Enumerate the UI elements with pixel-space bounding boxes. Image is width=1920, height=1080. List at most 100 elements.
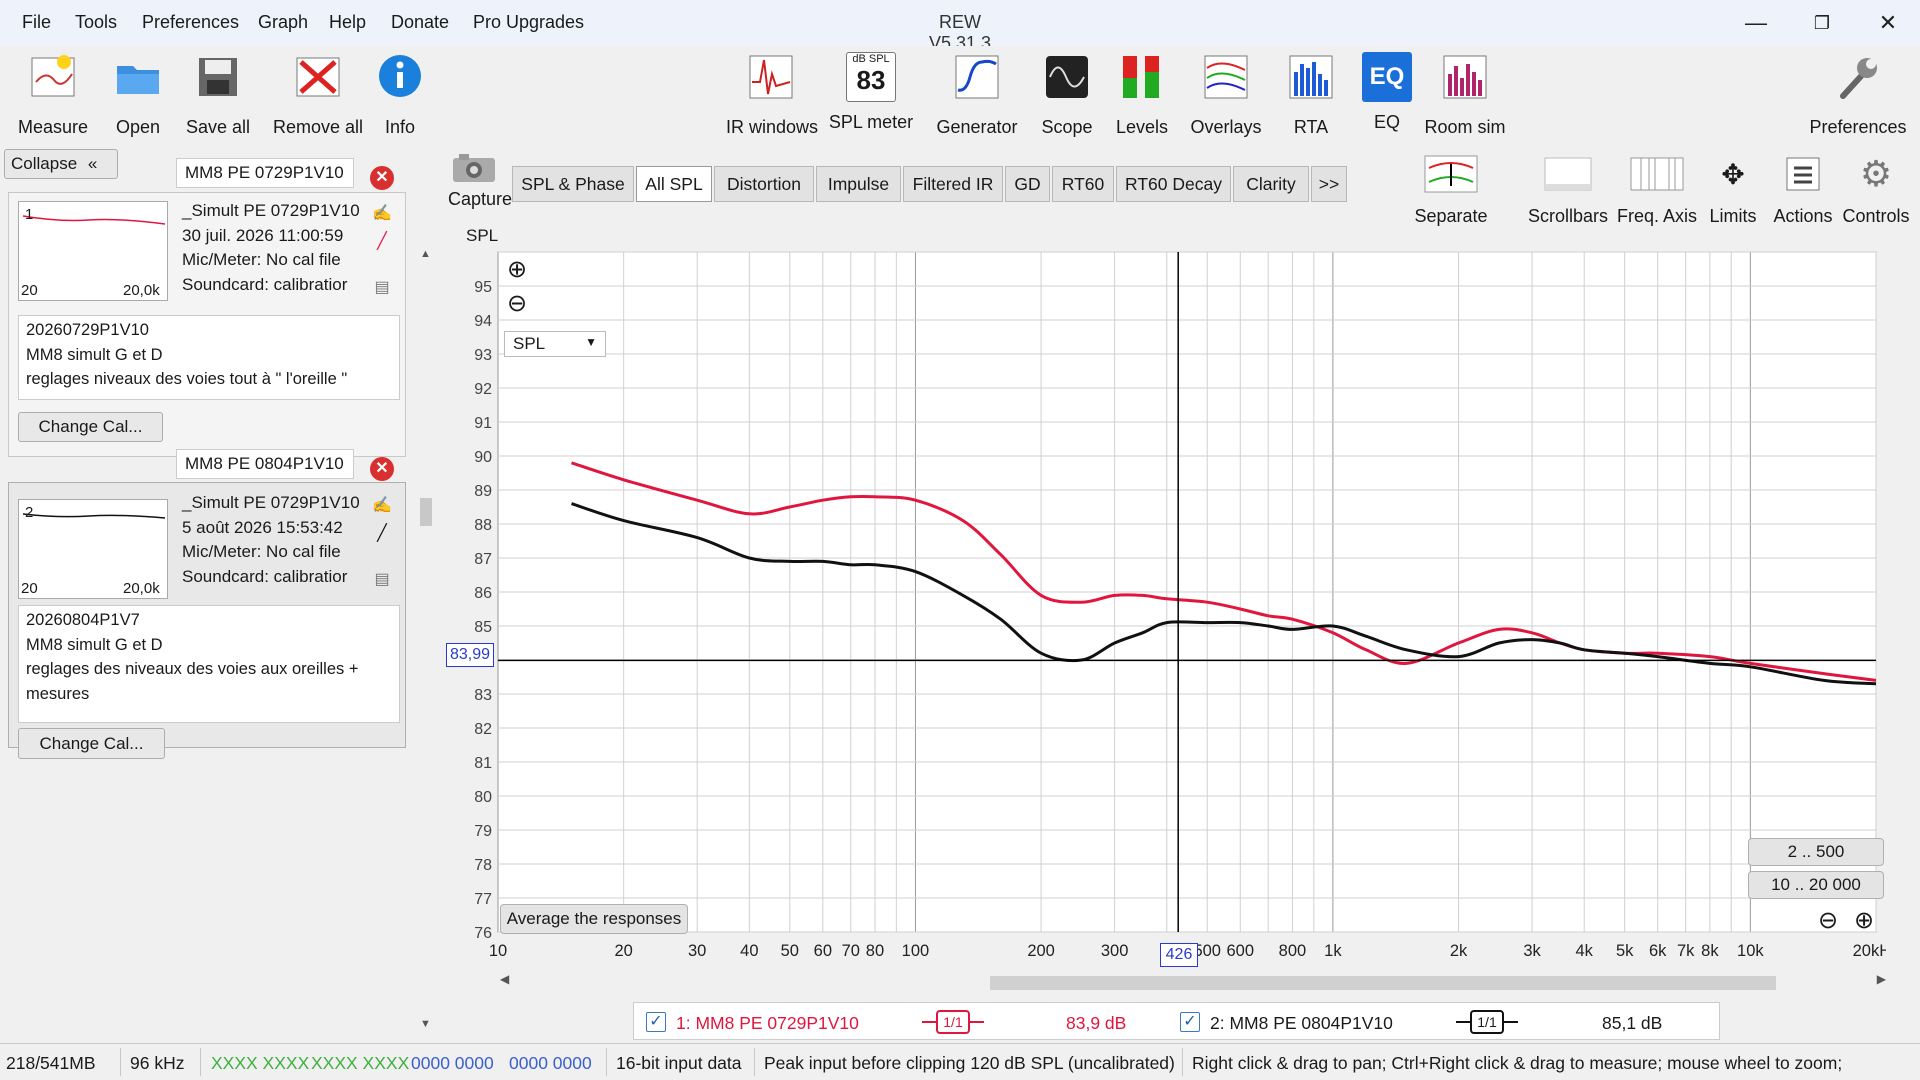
menu-donate[interactable]: Donate [391, 12, 449, 33]
measurement-1-thumbnail[interactable]: 1 20 20,0k [18, 201, 168, 301]
spl-meter-button[interactable]: dB SPL 83 SPL meter [826, 52, 916, 133]
restore-button[interactable]: ❐ [1802, 8, 1842, 38]
x-tick-label: 40 [740, 942, 758, 960]
main-toolbar: Measure Open Save all Remove all Info IR… [0, 46, 1920, 142]
memory-usage[interactable]: 218/541MB [6, 1053, 96, 1074]
separate-button[interactable]: Separate [1411, 152, 1491, 227]
trace-2-checkbox[interactable]: ✓ [1180, 1012, 1200, 1032]
tab-rt60[interactable]: RT60 [1052, 166, 1114, 202]
y-tick-label: 81 [474, 755, 492, 772]
notes-icon[interactable]: ▤ [371, 277, 393, 299]
measure-button[interactable]: Measure [8, 52, 98, 138]
scroll-left-icon[interactable]: ◀ [500, 972, 509, 986]
menu-tools[interactable]: Tools [75, 12, 117, 33]
trace-1-checkbox[interactable]: ✓ [646, 1012, 666, 1032]
measurement-2-thumbnail[interactable]: 2 20 20,0k [18, 499, 168, 599]
average-responses-button[interactable]: Average the responses [500, 904, 688, 934]
notes-icon[interactable]: ▤ [371, 569, 393, 591]
trace-color-icon[interactable]: ╱ [371, 231, 393, 253]
h-scroll-thumb[interactable] [990, 976, 1776, 990]
measurement-2-remove-icon[interactable]: ✕ [370, 457, 394, 481]
tab-filtered-ir[interactable]: Filtered IR [903, 166, 1003, 202]
capture-button[interactable]: Capture [448, 152, 512, 210]
trace-1-smoothing[interactable]: 1/1 [922, 1010, 984, 1034]
zoom-in-y-icon[interactable]: ⊕ [504, 258, 530, 284]
x-tick-label: 200 [1027, 942, 1055, 960]
measurement-2-notes[interactable]: 20260804P1V7 MM8 simult G et D reglages … [18, 605, 400, 723]
trace-2-smoothing[interactable]: 1/1 [1456, 1010, 1518, 1034]
levels-button[interactable]: Levels [1097, 52, 1187, 138]
measurement-1-change-cal-button[interactable]: Change Cal... [18, 412, 163, 442]
measurement-2-name[interactable]: MM8 PE 0804P1V10 [176, 449, 354, 479]
scrollbars-label: Scrollbars [1528, 206, 1609, 226]
tab-impulse[interactable]: Impulse [816, 166, 901, 202]
ir-windows-button[interactable]: IR windows [726, 52, 818, 138]
measurement-2-card[interactable]: 2 20 20,0k _Simult PE 0729P1V10 5 août 2… [8, 482, 406, 748]
measurement-1-name[interactable]: MM8 PE 0729P1V10 [176, 158, 354, 188]
edit-info-icon[interactable]: ✍ [371, 203, 393, 225]
measurement-1-remove-icon[interactable]: ✕ [370, 166, 394, 190]
menu-preferences[interactable]: Preferences [142, 12, 239, 33]
spl-chart[interactable]: 76 77 78 79 80 81 82 83 85 86 87 88 89 90 91 92 93 94 95 10… [436, 244, 1886, 989]
tab-all-spl[interactable]: All SPL [636, 166, 712, 202]
spl-meter-unit: dB SPL [852, 53, 890, 65]
edit-info-icon[interactable]: ✍ [371, 495, 393, 517]
minimize-button[interactable]: — [1736, 8, 1776, 38]
room-sim-button[interactable]: Room sim [1420, 52, 1510, 138]
measurement-1-card[interactable]: 1 20 20,0k _Simult PE 0729P1V10 30 juil.… [8, 192, 406, 457]
tab-spl-phase[interactable]: SPL & Phase [512, 166, 634, 202]
mouse-hint: Right click & drag to pan; Ctrl+Right cl… [1192, 1053, 1843, 1073]
close-window-button[interactable]: ✕ [1868, 8, 1908, 38]
limits-button[interactable]: ✥ Limits [1700, 152, 1766, 227]
scroll-right-icon[interactable]: ▶ [1877, 972, 1886, 986]
measurement-2-change-cal-button[interactable]: Change Cal... [18, 728, 165, 759]
zoom-out-x-icon[interactable]: ⊖ [1818, 906, 1838, 935]
remove-all-label: Remove all [273, 117, 364, 137]
scroll-down-icon[interactable]: ▼ [420, 1018, 431, 1030]
zoom-in-x-icon[interactable]: ⊕ [1854, 906, 1874, 935]
trace-color-icon[interactable]: ╱ [371, 523, 393, 545]
x-tick-label: 800 [1279, 942, 1307, 960]
scrollbars-button[interactable]: Scrollbars [1528, 152, 1608, 227]
y-tick-label: 77 [474, 891, 492, 908]
scroll-up-icon[interactable]: ▲ [420, 248, 431, 260]
zoom-out-y-icon[interactable]: ⊖ [504, 292, 530, 318]
freq-axis-button[interactable]: Freq. Axis [1617, 152, 1697, 227]
scroll-thumb[interactable] [420, 498, 432, 526]
x-tick-label: 100 [902, 942, 930, 960]
tab-clarity[interactable]: Clarity [1233, 166, 1309, 202]
tab-more[interactable]: >> [1311, 166, 1347, 202]
range-10-20000-button[interactable]: 10 .. 20 000 [1748, 871, 1884, 899]
controls-button[interactable]: ⚙ Controls [1840, 152, 1912, 227]
cursor-x-readout: 426 [1160, 943, 1198, 967]
collapse-button[interactable]: Collapse « [4, 149, 118, 179]
open-button[interactable]: Open [93, 52, 183, 138]
graph-horizontal-scrollbar[interactable]: ◀ ▶ [500, 972, 1886, 990]
save-all-button[interactable]: Save all [173, 52, 263, 138]
tab-rt60-decay[interactable]: RT60 Decay [1116, 166, 1231, 202]
x-tick-label: 60 [814, 942, 832, 960]
y-tick-label: 79 [474, 823, 492, 840]
menu-graph[interactable]: Graph [258, 12, 308, 33]
generator-button[interactable]: Generator [932, 52, 1022, 138]
collapse-label: Collapse [11, 154, 78, 173]
remove-all-button[interactable]: Remove all [273, 52, 363, 138]
measurement-1-date: 30 juil. 2026 11:00:59 [182, 225, 344, 245]
overlays-button[interactable]: Overlays [1181, 52, 1271, 138]
range-2-500-button[interactable]: 2 .. 500 [1748, 838, 1884, 866]
tab-gd[interactable]: GD [1005, 166, 1050, 202]
folder-icon [117, 66, 159, 94]
menu-help[interactable]: Help [329, 12, 366, 33]
tab-distortion[interactable]: Distortion [714, 166, 814, 202]
sample-rate: 96 kHz [130, 1053, 185, 1073]
y-tick-label: 85 [474, 619, 492, 636]
menu-pro-upgrades[interactable]: Pro Upgrades [473, 12, 584, 33]
measurement-1-notes[interactable]: 20260729P1V10 MM8 simult G et D reglages… [18, 315, 400, 400]
info-button[interactable]: Info [355, 52, 445, 138]
actions-button[interactable]: Actions [1768, 152, 1838, 227]
measurements-scrollbar[interactable]: ▲ ▼ [418, 248, 434, 1038]
graph-selector-dropdown[interactable]: SPL ▼ [504, 331, 606, 357]
menu-file[interactable]: File [22, 12, 51, 33]
eq-button[interactable]: EQ EQ [1342, 52, 1432, 133]
preferences-button[interactable]: Preferences [1808, 52, 1908, 138]
